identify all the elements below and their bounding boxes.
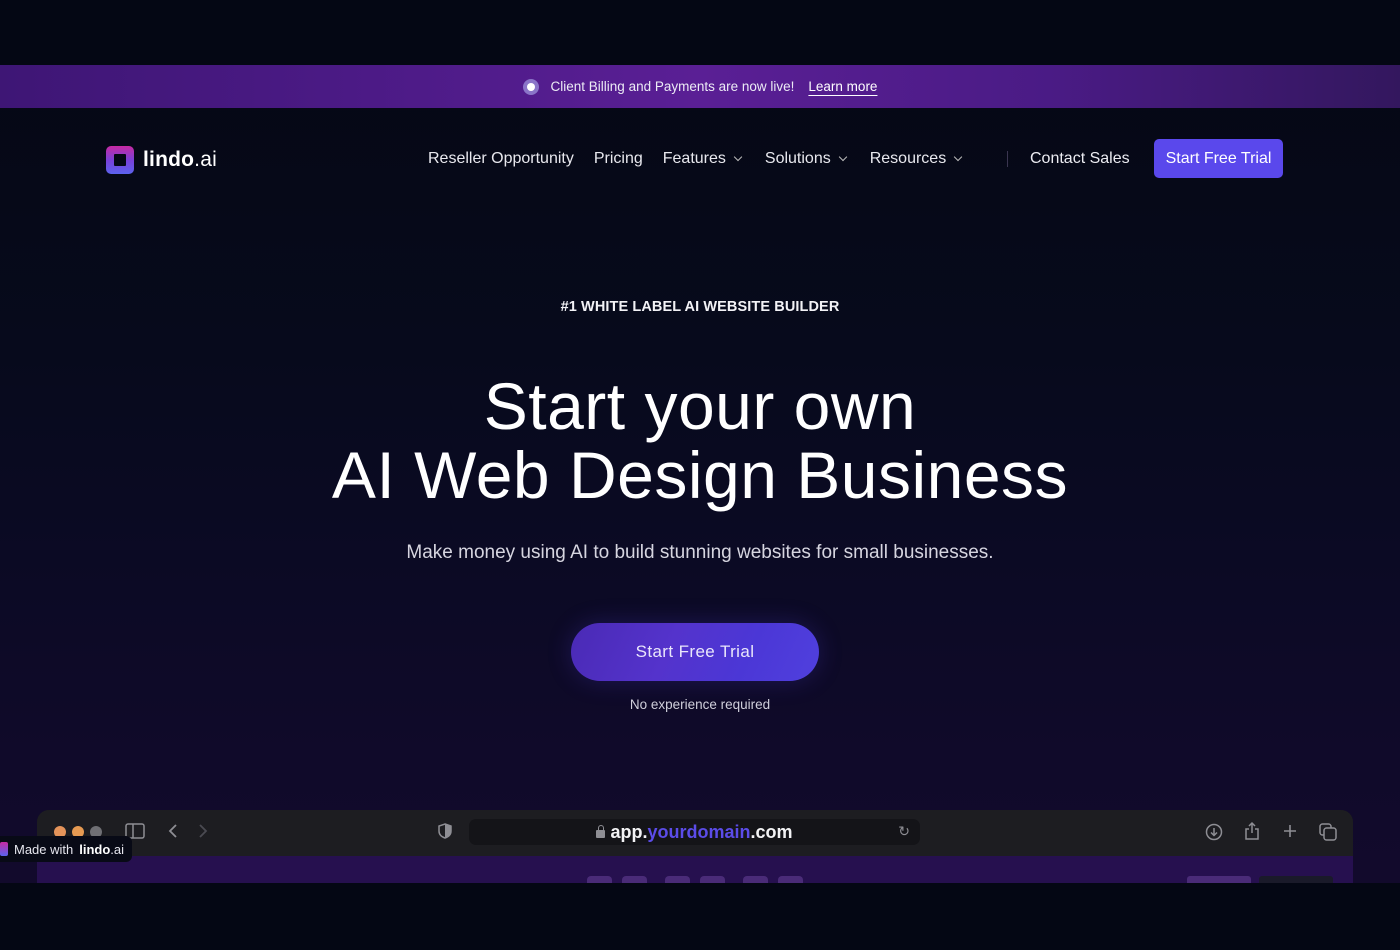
url-text: app.yourdomain.com <box>610 821 793 842</box>
main-nav: lindo.ai Reseller Opportunity Pricing Fe… <box>0 139 1400 179</box>
reload-icon: ↻ <box>898 823 910 839</box>
forward-icon <box>197 823 209 843</box>
headline-line-1: Start your own <box>483 369 917 443</box>
nav-item-resources[interactable]: Resources <box>869 150 963 168</box>
nav-item-features[interactable]: Features <box>662 150 743 168</box>
chevron-down-icon <box>733 152 743 162</box>
nav-item-label: Reseller Opportunity <box>428 150 574 167</box>
placeholder-pill <box>778 876 803 883</box>
logo[interactable]: lindo.ai <box>106 146 217 174</box>
badge-brand: lindo.ai <box>79 841 125 857</box>
browser-mockup: app.yourdomain.com ↻ <box>37 810 1353 883</box>
nav-item-reseller-opportunity[interactable]: Reseller Opportunity <box>428 150 574 168</box>
browser-toolbar: app.yourdomain.com ↻ <box>37 810 1353 856</box>
hero-subheadline: Make money using AI to build stunning we… <box>406 542 994 563</box>
learn-more-link[interactable]: Learn more <box>808 79 877 94</box>
page-viewport: Client Billing and Payments are now live… <box>0 65 1400 883</box>
nav-item-pricing[interactable]: Pricing <box>594 150 643 168</box>
nav-item-label: Features <box>662 150 726 167</box>
nav-item-label: Resources <box>869 150 947 167</box>
hero-start-free-trial-button[interactable]: Start Free Trial <box>571 623 819 681</box>
placeholder-button <box>1187 876 1251 883</box>
logo-icon <box>106 146 134 174</box>
radio-dot-icon <box>522 78 539 95</box>
placeholder-pill <box>665 876 690 883</box>
badge-prefix: Made with <box>14 841 74 857</box>
placeholder-pill <box>622 876 647 883</box>
share-icon <box>1244 821 1260 845</box>
nav-divider <box>1007 151 1008 167</box>
nav-start-free-trial-button[interactable]: Start Free Trial <box>1154 139 1283 178</box>
mockup-nav-placeholders <box>587 876 803 883</box>
logo-text: lindo.ai <box>143 148 217 171</box>
address-bar: app.yourdomain.com ↻ <box>469 819 920 845</box>
contact-sales-link[interactable]: Contact Sales <box>1030 139 1130 179</box>
nav-links: Reseller Opportunity Pricing Features So… <box>428 139 963 179</box>
placeholder-button <box>1259 876 1333 883</box>
announcement-bar: Client Billing and Payments are now live… <box>0 65 1400 108</box>
placeholder-pill <box>743 876 768 883</box>
announcement-text: Client Billing and Payments are now live… <box>550 79 795 94</box>
nav-item-solutions[interactable]: Solutions <box>764 150 847 168</box>
logo-icon <box>0 842 8 856</box>
shield-icon <box>438 823 452 843</box>
download-icon <box>1205 823 1223 845</box>
made-with-lindo-badge[interactable]: Made with lindo.ai <box>0 836 133 862</box>
nav-item-label: Pricing <box>593 150 643 167</box>
placeholder-pill <box>700 876 725 883</box>
chevron-down-icon <box>953 152 963 162</box>
nav-item-label: Solutions <box>764 150 831 167</box>
back-icon <box>167 823 179 843</box>
browser-content <box>37 856 1353 883</box>
lock-icon <box>596 825 606 838</box>
hero-note: No experience required <box>629 697 771 712</box>
headline-line-2: AI Web Design Business <box>331 438 1069 512</box>
chevron-down-icon <box>838 152 847 162</box>
tabs-overview-icon <box>1319 823 1337 845</box>
hero-eyebrow: #1 WHITE LABEL AI WEBSITE BUILDER <box>560 299 840 315</box>
hero-headline: Start your own AI Web Design Business <box>0 372 1400 510</box>
new-tab-icon <box>1282 823 1298 843</box>
placeholder-pill <box>587 876 612 883</box>
